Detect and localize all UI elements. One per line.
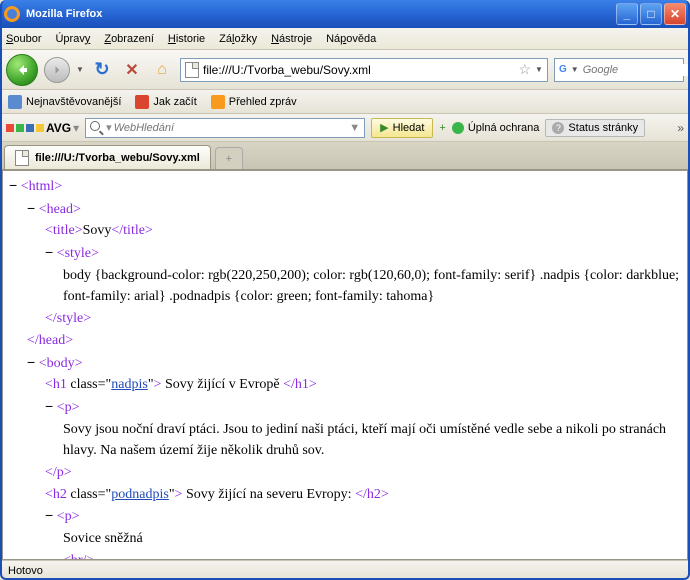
arrow-right-icon [51,64,63,76]
search-icon [90,121,104,135]
status-bar: Hotovo [0,560,690,580]
question-icon: ? [552,122,564,134]
xml-line: <h1 class="nadpis"> Sovy žijící v Evropě… [45,374,681,396]
stop-button[interactable]: ✕ [120,58,144,82]
menu-soubor[interactable]: Soubor [6,33,41,45]
xml-line: Sovy jsou noční draví ptáci. Jsou to jed… [63,419,681,462]
xml-line: Sovice sněžná [63,528,681,550]
menubar: Soubor Úpravy Zobrazení Historie Záložky Nást… [0,28,690,50]
avg-search-button-label: Hledat [393,122,425,134]
tab-bar: file:///U:/Tvorba_webu/Sovy.xml + [0,142,690,170]
navigation-toolbar: ▼ ↻ ✕ ⌂ ☆ ▼ G ▼ [0,50,690,90]
avg-search-button[interactable]: ▶ Hledat [371,118,433,138]
avg-search-box[interactable]: ▾ ▼ [85,118,365,138]
tab-label: file:///U:/Tvorba_webu/Sovy.xml [35,152,200,164]
expand-toggle[interactable]: − [27,200,35,216]
search-box[interactable]: G ▼ [554,58,684,82]
tab-active[interactable]: file:///U:/Tvorba_webu/Sovy.xml [4,145,211,169]
back-button[interactable] [6,54,38,86]
xml-line: <h2 class="podnadpis"> Sovy žijící na se… [45,484,681,506]
content-area[interactable]: − <html>− <head><title>Sovy</title>− <st… [2,170,688,560]
expand-toggle[interactable]: − [45,507,53,523]
xml-line: </p> [45,462,681,484]
expand-toggle[interactable]: − [45,244,53,260]
history-dropdown-button[interactable]: ▼ [76,65,84,74]
xml-line: − <p> [45,396,681,419]
menu-nápověda[interactable]: Nápověda [326,33,376,45]
menu-historie[interactable]: Historie [168,33,205,45]
menu-úpravy[interactable]: Úpravy [55,33,90,45]
url-input[interactable] [203,63,514,77]
xml-line: − <p> [45,505,681,528]
xml-line: − <html> [9,175,681,198]
rss-icon [211,95,225,109]
xml-line: <br/> [63,550,681,560]
new-tab-button[interactable]: + [215,147,243,169]
xml-line: − <body> [27,352,681,375]
avg-status-button[interactable]: ? Status stránky [545,119,645,137]
avg-status-label: Status stránky [568,122,638,134]
plus-icon[interactable]: + [439,122,445,134]
xml-line: − <style> [45,242,681,265]
avg-logo: AVG ▾ [6,121,79,135]
avg-protection-link[interactable]: Úplná ochrana [452,122,540,134]
page-icon [15,150,29,166]
menu-zobrazení[interactable]: Zobrazení [104,33,154,45]
bookmark-jak-začít[interactable]: Jak začít [135,95,196,109]
bookmark-star-icon[interactable]: ☆ [518,61,531,78]
expand-toggle[interactable]: − [27,354,35,370]
reload-button[interactable]: ↻ [90,58,114,82]
avg-protection-label: Úplná ochrana [468,122,540,134]
window-minimize-button[interactable]: _ [616,3,638,25]
xml-line: </head> [27,330,681,352]
avg-search-input[interactable] [114,122,350,134]
bookmark-nejnavštěvovanější[interactable]: Nejnavštěvovanější [8,95,121,109]
xml-line: − <head> [27,198,681,221]
window-title: Mozilla Firefox [26,8,616,20]
arrow-left-icon [14,62,30,78]
url-dropdown-button[interactable]: ▼ [535,65,543,74]
forward-button[interactable] [44,57,70,83]
avg-brand-text: AVG [46,121,71,135]
xml-line: </style> [45,308,681,330]
firefox-icon [4,6,20,22]
folder-icon [8,95,22,109]
xml-line: body {background-color: rgb(220,250,200)… [63,265,681,308]
xml-line: <title>Sovy</title> [45,220,681,242]
window-maximize-button[interactable]: □ [640,3,662,25]
google-icon: G [559,63,567,77]
search-engine-dropdown[interactable]: ▼ [571,65,579,74]
avg-toolbar: AVG ▾ ▾ ▼ ▶ Hledat + Úplná ochrana ? Sta… [0,114,690,142]
search-input[interactable] [583,64,690,76]
toolbar-overflow-button[interactable]: » [677,121,684,135]
url-bar[interactable]: ☆ ▼ [180,58,548,82]
menu-záložky[interactable]: Záložky [219,33,257,45]
expand-toggle[interactable]: − [45,398,53,414]
menu-nástroje[interactable]: Nástroje [271,33,312,45]
shield-icon [452,122,464,134]
bookmarks-toolbar: Nejnavštěvovanější Jak začít Přehled zpráv [0,90,690,114]
firefox-icon [135,95,149,109]
window-close-button[interactable]: ✕ [664,3,686,25]
bookmark-přehled-zpráv[interactable]: Přehled zpráv [211,95,297,109]
expand-toggle[interactable]: − [9,177,17,193]
window-titlebar: Mozilla Firefox _ □ ✕ [0,0,690,28]
home-button[interactable]: ⌂ [150,58,174,82]
page-icon [185,62,199,78]
status-text: Hotovo [8,565,43,577]
